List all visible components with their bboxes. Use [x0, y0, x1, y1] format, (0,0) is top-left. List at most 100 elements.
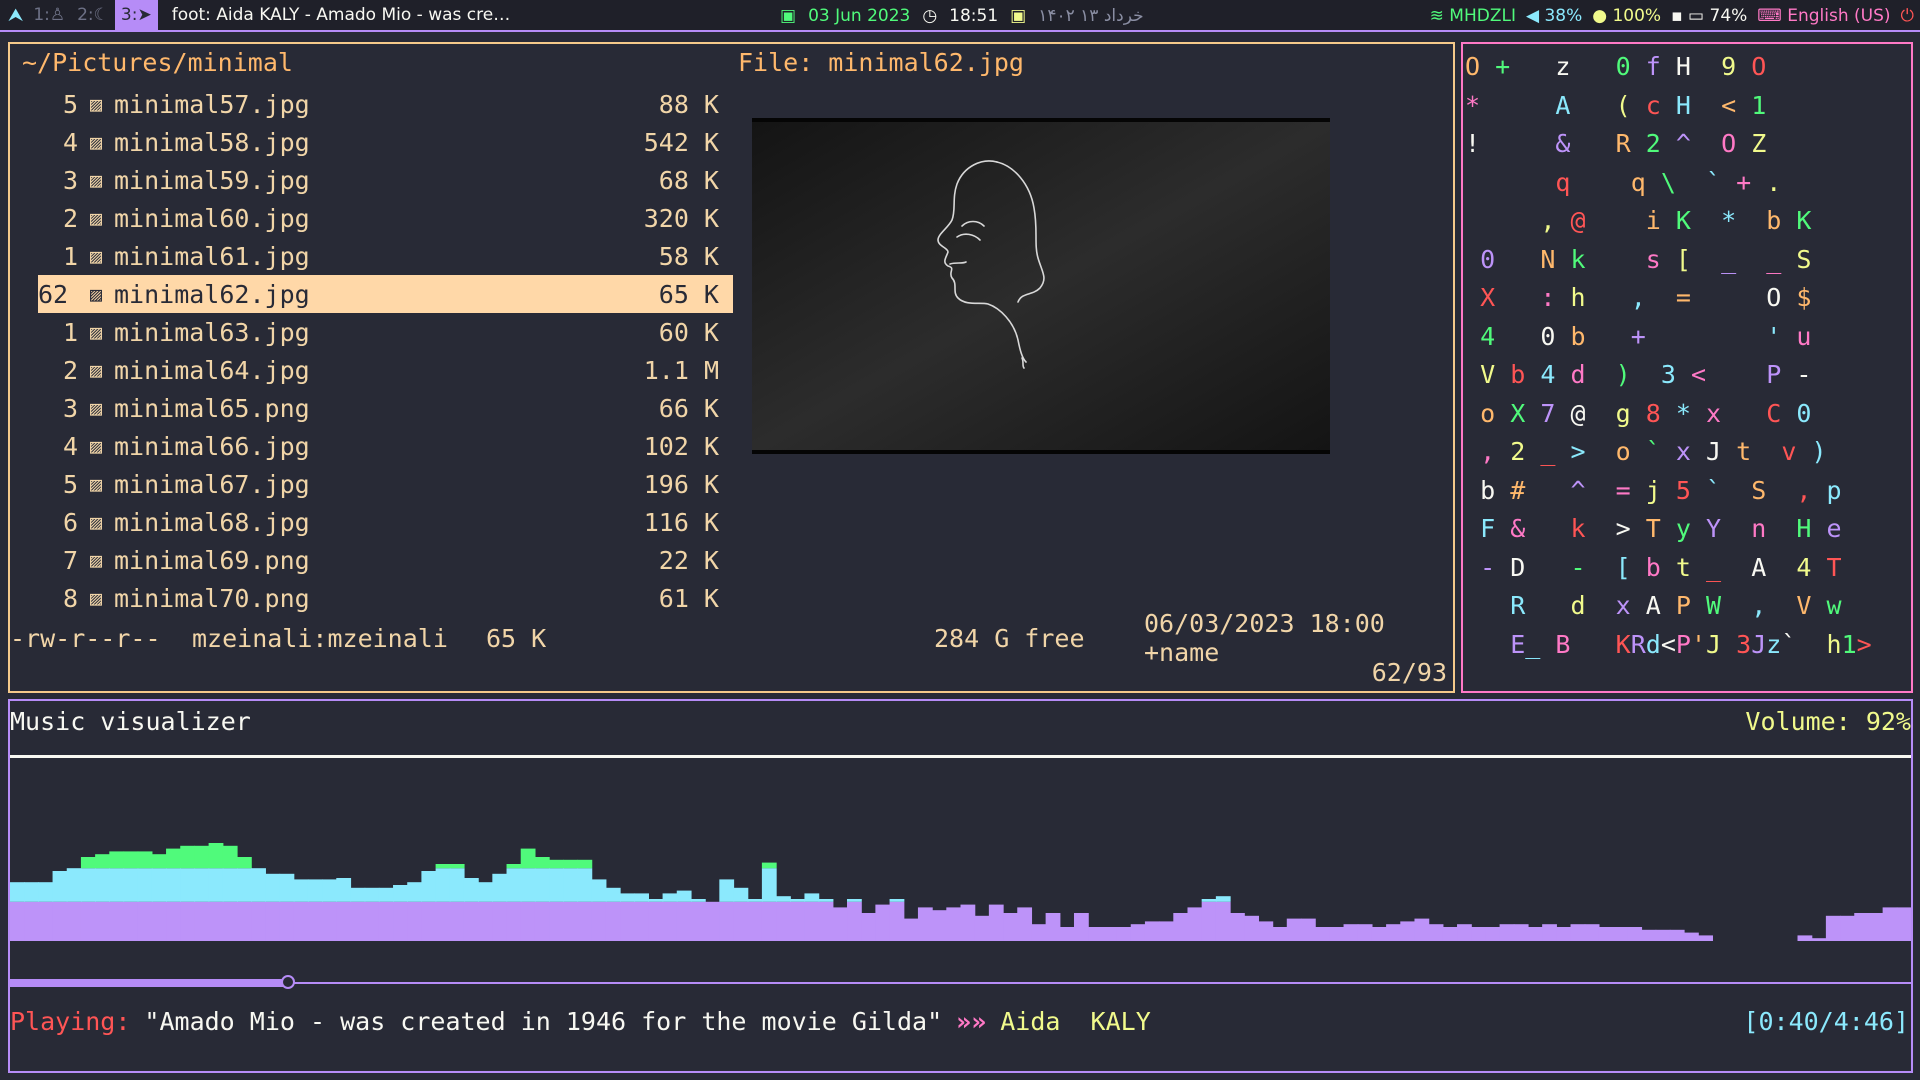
- matrix-char: [1465, 322, 1480, 351]
- battery-module[interactable]: ▪ ▭ 74%: [1671, 6, 1747, 26]
- file-row[interactable]: 3 ▨ minimal65.png 66 K: [38, 389, 733, 427]
- spectrum-bar: [449, 868, 465, 902]
- matrix-char: g: [1615, 398, 1631, 428]
- file-row[interactable]: 1 ▨ minimal63.jpg 60 K: [38, 313, 733, 351]
- workspace-1[interactable]: 1: ♙: [27, 0, 71, 31]
- spectrum-bar: [222, 901, 238, 941]
- matrix-char: [1721, 168, 1736, 197]
- file-row[interactable]: 5 ▨ minimal67.jpg 196 K: [38, 465, 733, 503]
- matrix-row: 4 0 b + ' u: [1465, 318, 1811, 356]
- file-row[interactable]: 3 ▨ minimal59.jpg 68 K: [38, 161, 733, 199]
- file-list[interactable]: 5 ▨ minimal57.jpg 88 K 4 ▨ minimal58.jpg 542 K…: [38, 85, 733, 617]
- spectrum-bar: [336, 901, 352, 941]
- file-row[interactable]: 7 ▨ minimal69.png 22 K: [38, 541, 733, 579]
- spectrum-bar: [492, 873, 508, 902]
- matrix-char: [1495, 514, 1510, 543]
- matrix-char: T: [1826, 552, 1842, 582]
- file-row[interactable]: 8 ▨ minimal70.png 61 K: [38, 579, 733, 617]
- spectrum-bar: [463, 901, 479, 941]
- matrix-char: [1706, 283, 1721, 312]
- matrix-char: [1691, 91, 1706, 120]
- matrix-char: O: [1766, 283, 1782, 312]
- brightness-module[interactable]: ● 100%: [1592, 6, 1661, 26]
- file-row[interactable]: 6 ▨ minimal68.jpg 116 K: [38, 503, 733, 541]
- matrix-char: [1525, 360, 1540, 389]
- spectrum-bar: [236, 868, 252, 902]
- matrix-char: [1661, 52, 1676, 81]
- file-row[interactable]: 4 ▨ minimal58.jpg 542 K: [38, 123, 733, 161]
- matrix-char: [1721, 553, 1736, 582]
- spectrum-bar: [676, 890, 692, 902]
- keyboard-module[interactable]: ⌨ English (US): [1757, 6, 1890, 26]
- matrix-char: u: [1796, 321, 1812, 351]
- matrix-char: [1540, 91, 1555, 120]
- spectrum-bar: [506, 864, 522, 869]
- workspace-3[interactable]: 3: ➤: [114, 0, 158, 31]
- progress-knob[interactable]: [280, 975, 295, 989]
- spectrum-bar: [1215, 901, 1231, 941]
- music-visualizer-pane[interactable]: Music visualizer Volume: 92% Playing: "A…: [8, 699, 1913, 1073]
- matrix-char: [1570, 52, 1585, 81]
- status-line: -rw-r--r-- mzeinali:mzeinali 65 K 284 G …: [10, 609, 1453, 667]
- spectrum-bar: [364, 901, 380, 941]
- clock-module[interactable]: ▣ 03 Jun 2023 ◷ 18:51 ▣ ۱۴۰۲ خرداد ۱۳: [780, 0, 1144, 32]
- matrix-char: [1570, 129, 1585, 158]
- matrix-char: B: [1555, 629, 1571, 659]
- spectrum-bar: [478, 901, 493, 941]
- matrix-char: [1721, 514, 1736, 543]
- spectrum-bar: [1144, 921, 1160, 941]
- matrix-char: [1601, 129, 1616, 158]
- spectrum-bar: [534, 868, 550, 902]
- matrix-char: [1555, 514, 1570, 543]
- spectrum-bar: [847, 901, 862, 941]
- spectrum-bar: [847, 899, 862, 902]
- matrix-char: P: [1675, 591, 1691, 620]
- volume-module[interactable]: ◀ 38%: [1526, 6, 1582, 26]
- file-row[interactable]: 4 ▨ minimal66.jpg 102 K: [38, 427, 733, 465]
- matrix-char: 0: [1796, 398, 1812, 428]
- file-row[interactable]: 1 ▨ minimal61.jpg 58 K: [38, 237, 733, 275]
- workspace-2[interactable]: 2: ☾: [71, 0, 115, 31]
- arch-logo-icon[interactable]: ⮝: [0, 5, 27, 26]
- progress-bar[interactable]: [10, 975, 1911, 989]
- matrix-char: [1555, 553, 1570, 582]
- file-name: minimal67.jpg: [114, 469, 310, 499]
- matrix-char: [1510, 168, 1525, 197]
- matrix-char: @: [1570, 398, 1586, 428]
- calendar-icon: ▣: [780, 6, 797, 26]
- matrix-char: [1465, 591, 1480, 620]
- spectrum-bar: [449, 901, 465, 941]
- spectrum-bar: [307, 901, 323, 941]
- spectrum-bar: [364, 887, 380, 902]
- spectrum-bar: [109, 851, 125, 869]
- matrix-char: [1661, 514, 1676, 543]
- relative-line-number: 4: [62, 431, 78, 461]
- matrix-char: [1706, 322, 1721, 351]
- spectrum-bar: [875, 904, 891, 941]
- image-file-icon: ▨: [89, 244, 103, 268]
- spectrum-bar: [1669, 929, 1685, 941]
- matrix-char: b: [1510, 360, 1526, 389]
- spectrum-bar: [634, 893, 649, 902]
- power-icon[interactable]: ⏻: [1901, 6, 1914, 26]
- matrix-rain-pane[interactable]: O + z 0 f H 9 O * A ( c H < 1! & R 2 ^ O …: [1461, 42, 1913, 693]
- matrix-char: [1601, 322, 1616, 351]
- matrix-char: [1766, 514, 1781, 543]
- matrix-char: [1465, 360, 1480, 389]
- matrix-char: [1570, 168, 1585, 197]
- matrix-char: [1721, 322, 1736, 351]
- matrix-char: [1721, 591, 1736, 620]
- matrix-char: [1540, 630, 1555, 659]
- matrix-char: [1586, 206, 1601, 235]
- matrix-char: [1570, 630, 1585, 659]
- matrix-char: [1631, 360, 1646, 389]
- spectrum-bar: [549, 868, 564, 902]
- file-row[interactable]: 2 ▨ minimal64.jpg 1.1 M: [38, 351, 733, 389]
- file-row[interactable]: 5 ▨ minimal57.jpg 88 K: [38, 85, 733, 123]
- file-row-selected[interactable]: 62 ▨ minimal62.jpg 65 K: [38, 275, 733, 313]
- matrix-char: [1495, 591, 1510, 620]
- file-row[interactable]: 2 ▨ minimal60.jpg 320 K: [38, 199, 733, 237]
- wifi-module[interactable]: ≋ MHDZLI: [1430, 6, 1516, 26]
- spectrum-bar: [1017, 907, 1033, 941]
- file-manager-pane[interactable]: ~/Pictures/minimal File: minimal62.jpg 5…: [8, 42, 1455, 693]
